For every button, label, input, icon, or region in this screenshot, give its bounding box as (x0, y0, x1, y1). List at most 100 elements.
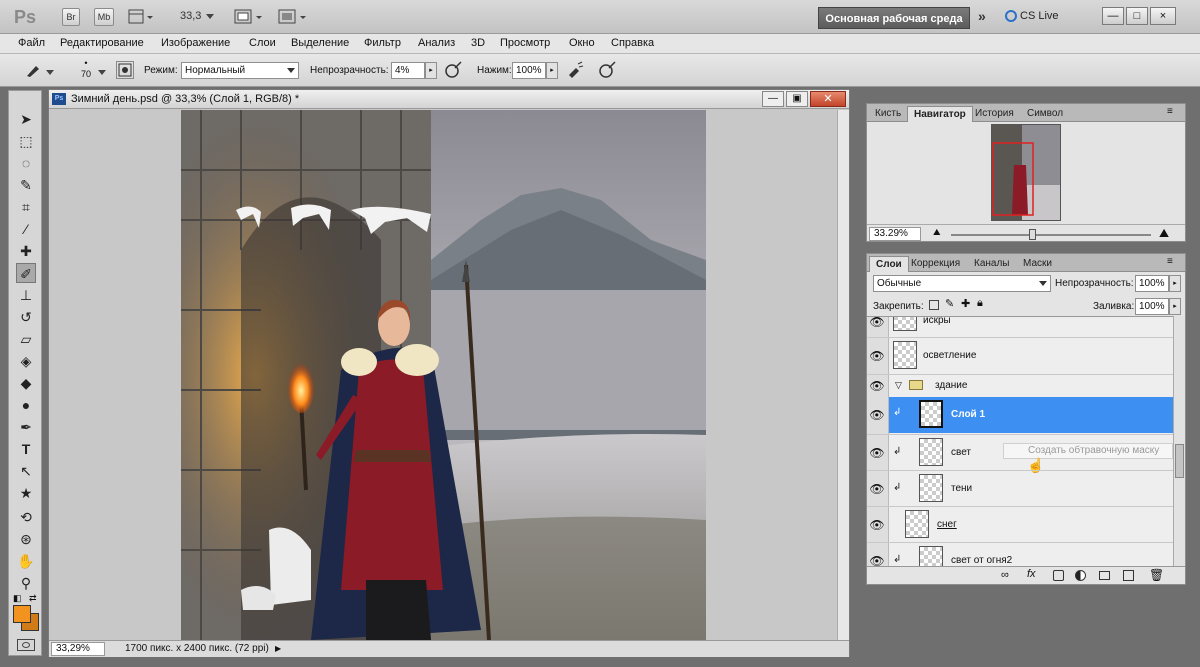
menu-window[interactable]: Окно (569, 37, 595, 49)
zoom-out-icon[interactable]: ⛰ (933, 227, 941, 238)
layer-row[interactable]: 👁︎ снег (867, 506, 1173, 542)
zoom-in-icon[interactable]: ⛰ (1159, 226, 1169, 241)
menu-file[interactable]: Файл (18, 37, 45, 49)
tablet-pressure-opacity-icon[interactable] (444, 61, 462, 79)
doc-close-button[interactable]: ✕ (810, 91, 846, 107)
healing-brush-tool-icon[interactable]: ✚ (16, 241, 36, 261)
opacity-input[interactable]: 4% (391, 62, 425, 79)
eye-icon[interactable]: 👁︎ (869, 554, 885, 566)
document-title-bar[interactable]: Ps Зимний день.psd @ 33,3% (Слой 1, RGB/… (49, 90, 849, 109)
layer-row[interactable]: 👁︎ осветление (867, 337, 1173, 373)
navigator-zoom-field[interactable]: 33.29% (869, 227, 921, 241)
eye-icon[interactable]: 👁︎ (869, 446, 885, 460)
trash-icon[interactable]: 🗑︎ (1149, 568, 1164, 582)
screen-mode-button[interactable] (278, 9, 308, 25)
panel-menu-icon[interactable]: ≡ (1167, 106, 1173, 117)
eye-icon[interactable]: 👁︎ (869, 317, 885, 329)
navigator-thumbnail[interactable] (991, 124, 1061, 221)
navigator-zoom-slider[interactable] (951, 234, 1151, 236)
lock-pixels-icon[interactable]: ✎ (945, 297, 954, 310)
path-selection-tool-icon[interactable]: ↖ (16, 461, 36, 481)
minibridge-button[interactable]: Mb (94, 8, 114, 26)
move-tool-icon[interactable]: ➤ (16, 109, 36, 129)
eraser-tool-icon[interactable]: ▱ (16, 329, 36, 349)
tab-navigator[interactable]: Навигатор (907, 106, 973, 122)
default-colors-icon[interactable]: ◧ (13, 593, 22, 604)
layer-opacity-slider-button[interactable]: ▸ (1169, 275, 1181, 292)
eye-icon[interactable]: 👁︎ (869, 408, 885, 422)
opacity-slider-button[interactable]: ▸ (425, 62, 437, 79)
menu-edit[interactable]: Редактирование (60, 37, 144, 49)
status-menu-arrow-icon[interactable]: ▶ (275, 644, 281, 653)
hand-tool-icon[interactable]: ✋ (16, 551, 36, 571)
canvas-artwork[interactable] (181, 110, 706, 640)
link-layers-icon[interactable]: ∞ (1001, 569, 1009, 581)
fill-input[interactable]: 100% (1135, 298, 1169, 315)
tab-adjustments[interactable]: Коррекция (905, 256, 966, 272)
doc-maximize-button[interactable]: ▣ (786, 91, 808, 107)
close-button[interactable]: × (1150, 7, 1176, 25)
more-workspaces-button[interactable]: » (978, 8, 986, 24)
extras-menu-button[interactable] (128, 9, 154, 25)
tab-history[interactable]: История (969, 106, 1020, 122)
airbrush-icon[interactable] (566, 61, 584, 79)
type-tool-icon[interactable]: T (16, 439, 36, 459)
blur-tool-icon[interactable]: ◆ (16, 373, 36, 393)
layer-group-row[interactable]: 👁︎ ▽ здание (867, 374, 1173, 396)
brush-size-dropdown-icon[interactable] (98, 67, 106, 79)
eye-icon[interactable]: 👁︎ (869, 482, 885, 496)
layers-panel-menu-icon[interactable]: ≡ (1167, 256, 1173, 267)
foreground-color-swatch[interactable] (13, 605, 31, 623)
shape-tool-icon[interactable]: ★ (16, 483, 36, 503)
menu-analysis[interactable]: Анализ (418, 37, 455, 49)
adjustment-layer-icon[interactable] (1075, 570, 1086, 581)
crop-tool-icon[interactable]: ⌗ (16, 197, 36, 217)
lock-transparency-icon[interactable] (929, 300, 939, 310)
cs-live-button[interactable]: CS Live (1020, 10, 1059, 22)
maximize-button[interactable]: □ (1126, 7, 1148, 25)
menu-3d[interactable]: 3D (471, 37, 485, 49)
paint-bucket-tool-icon[interactable]: ◈ (16, 351, 36, 371)
new-group-icon[interactable] (1099, 571, 1110, 580)
eyedropper-tool-icon[interactable]: ⁄ (16, 219, 36, 239)
brush-tool-preset-icon[interactable] (24, 61, 42, 79)
3d-rotate-tool-icon[interactable]: ⟲ (16, 507, 36, 527)
arrange-documents-button[interactable] (234, 9, 264, 25)
menu-image[interactable]: Изображение (161, 37, 230, 49)
history-brush-tool-icon[interactable]: ↺ (16, 307, 36, 327)
brush-tool-icon[interactable]: ✐ (16, 263, 36, 283)
layer-opacity-input[interactable]: 100% (1135, 275, 1169, 292)
menu-layers[interactable]: Слои (249, 37, 276, 49)
layer-row[interactable]: 👁︎ искры (867, 317, 1173, 335)
flow-input[interactable]: 100% (512, 62, 546, 79)
vertical-scrollbar[interactable] (837, 110, 849, 640)
zoom-level-field[interactable]: 33,3 (180, 10, 201, 22)
mode-select[interactable]: Нормальный (181, 62, 299, 79)
zoom-dropdown-icon[interactable] (206, 11, 214, 23)
brush-size-picker[interactable]: • 70 (76, 57, 96, 85)
tablet-pressure-size-icon[interactable] (598, 61, 616, 79)
new-layer-icon[interactable] (1123, 570, 1134, 581)
layer-row[interactable]: 👁︎ ↲ свет Создать обтравочную маску ☝ (867, 434, 1173, 473)
add-mask-icon[interactable] (1053, 570, 1064, 581)
lasso-tool-icon[interactable]: ◌ (16, 153, 36, 173)
pen-tool-icon[interactable]: ✒ (16, 417, 36, 437)
layer-row[interactable]: 👁︎ ↲ тени (867, 470, 1173, 506)
eye-icon[interactable]: 👁︎ (869, 379, 885, 393)
layer-row-selected[interactable]: ↲ Слой 1 (889, 397, 1173, 433)
navigator-zoom-slider-thumb[interactable] (1029, 229, 1036, 240)
blend-mode-select[interactable]: Обычные (873, 275, 1051, 292)
doc-minimize-button[interactable]: — (762, 91, 784, 107)
eye-icon[interactable]: 👁︎ (869, 518, 885, 532)
quick-mask-icon[interactable] (17, 639, 35, 651)
menu-help[interactable]: Справка (611, 37, 654, 49)
zoom-tool-icon[interactable]: ⚲ (16, 573, 36, 593)
eye-icon[interactable]: 👁︎ (869, 349, 885, 363)
menu-select[interactable]: Выделение (291, 37, 349, 49)
tab-masks[interactable]: Маски (1017, 256, 1058, 272)
workspace-switcher-button[interactable]: Основная рабочая среда (818, 7, 970, 29)
menu-filter[interactable]: Фильтр (364, 37, 401, 49)
bridge-button[interactable]: Br (62, 8, 80, 26)
layers-scrollbar-thumb[interactable] (1175, 444, 1184, 478)
layer-row[interactable]: 👁︎ ↲ свет от огня2 (867, 542, 1173, 566)
